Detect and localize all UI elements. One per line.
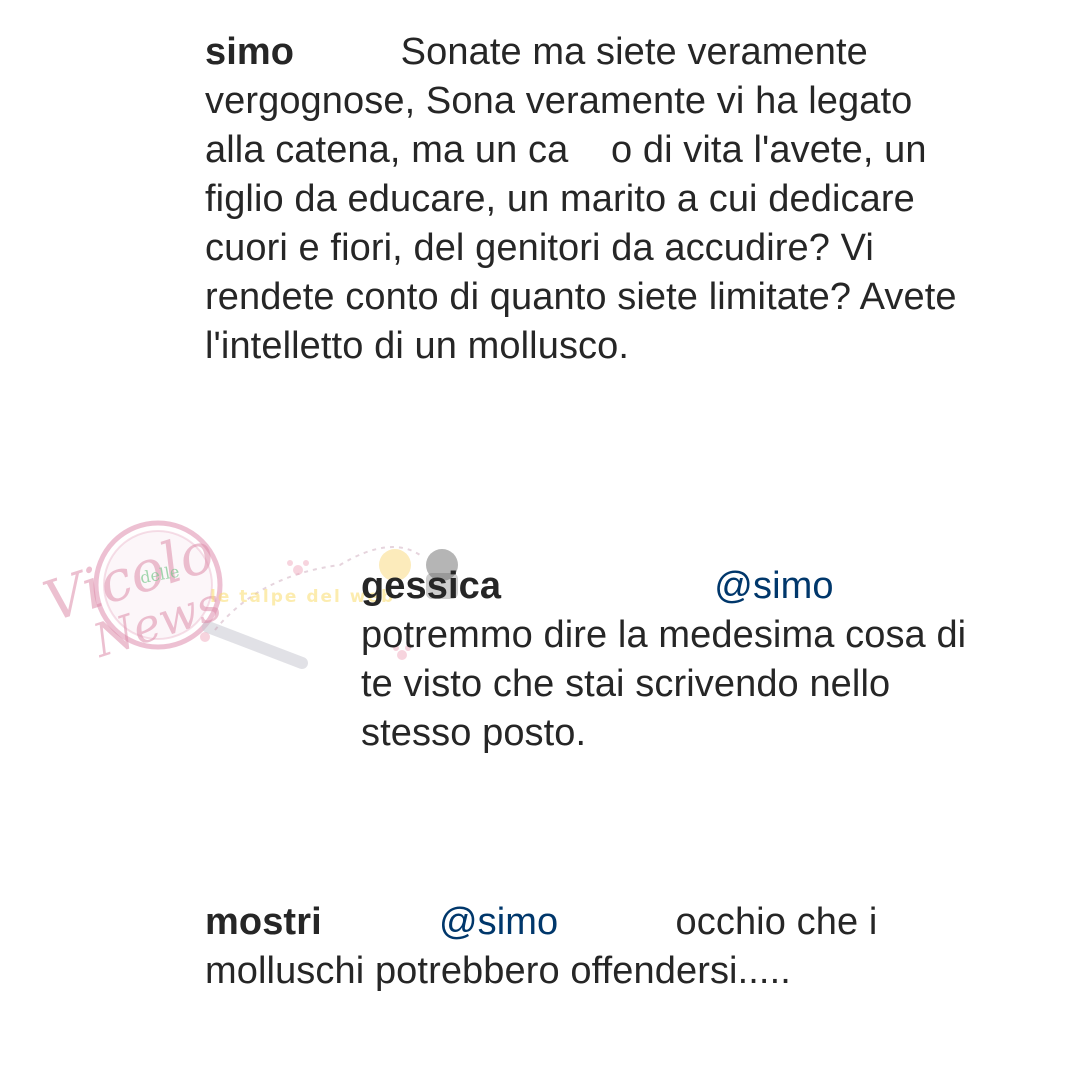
comment-mostri: mostri @simo occhio che i molluschi potr… bbox=[205, 898, 1005, 996]
comment-spacer bbox=[322, 901, 439, 943]
comment-mention[interactable]: @simo bbox=[439, 901, 558, 943]
watermark-title-part2: News bbox=[86, 576, 228, 668]
watermark-title-part1: Vicolo bbox=[36, 519, 222, 636]
comment-spacer bbox=[558, 901, 675, 943]
comment-username[interactable]: simo bbox=[205, 31, 294, 73]
comment-text: Sonate ma siete veramente vergognose, So… bbox=[205, 31, 968, 367]
comment-username[interactable]: mostri bbox=[205, 901, 322, 943]
watermark-title-small: delle bbox=[138, 561, 181, 588]
comment-spacer bbox=[501, 565, 714, 607]
comment-username[interactable]: gessica bbox=[361, 565, 501, 607]
comment-spacer bbox=[294, 31, 401, 73]
comment-text: potremmo dire la medesima cosa di te vis… bbox=[361, 614, 977, 754]
comment-gessica: gessica @simo potremmo dire la medesima … bbox=[361, 562, 1001, 758]
comment-simo: simo Sonate ma siete veramente vergognos… bbox=[205, 28, 965, 371]
comment-mention[interactable]: @simo bbox=[714, 565, 833, 607]
